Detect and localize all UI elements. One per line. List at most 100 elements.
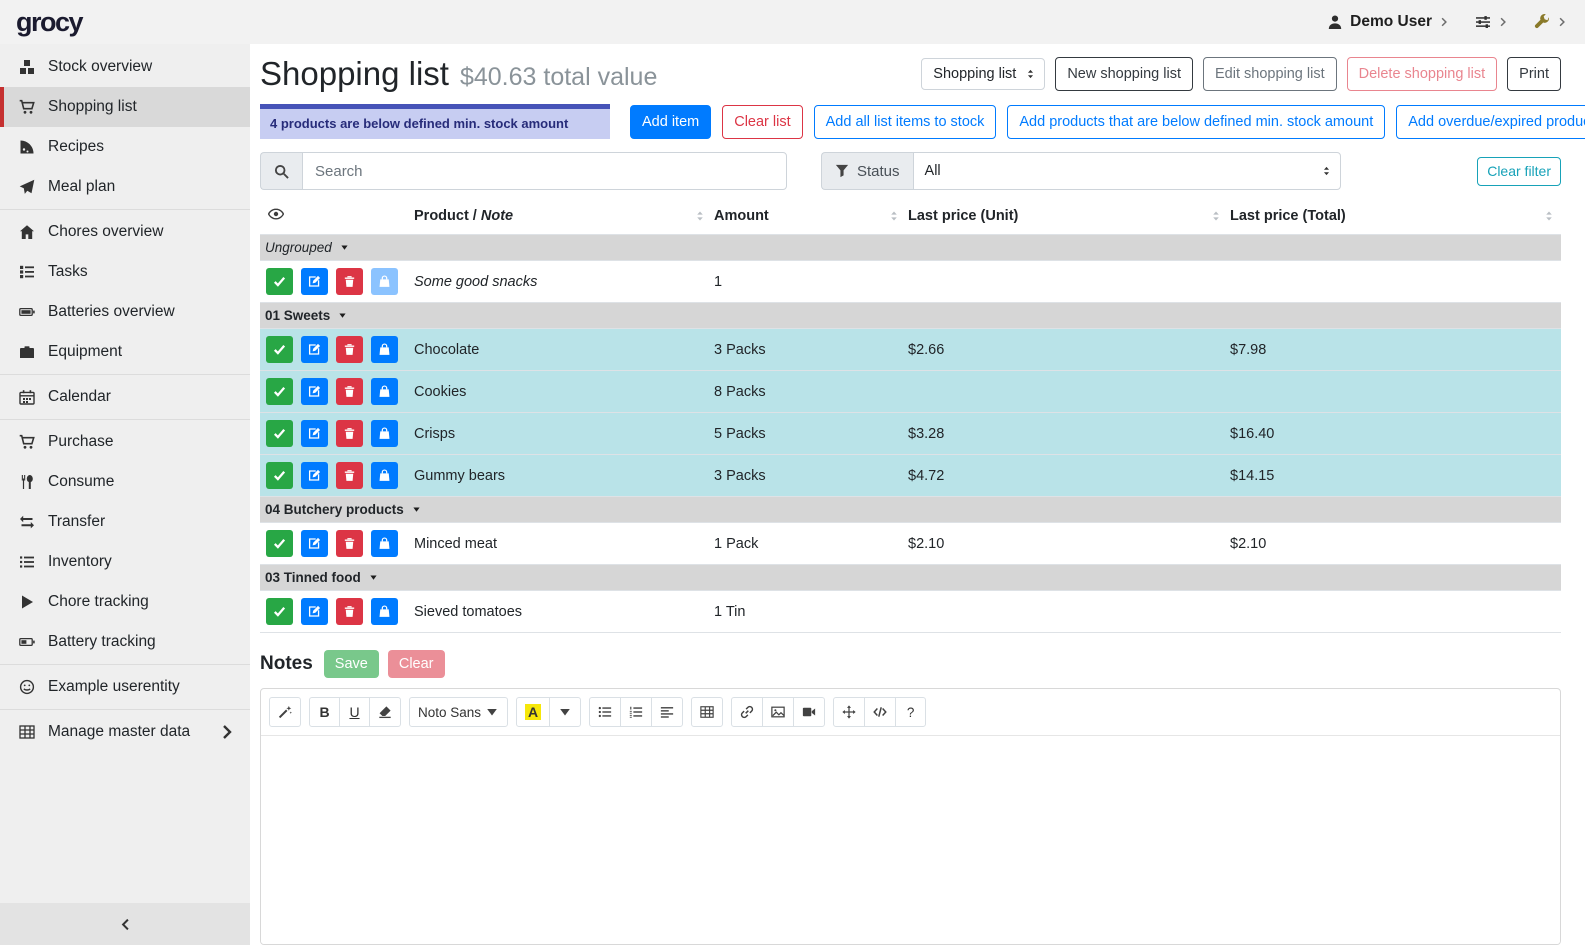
add-to-stock-button[interactable] <box>371 420 398 447</box>
product-group-row[interactable]: 04 Butchery products <box>260 497 1561 523</box>
shopping-list-select[interactable]: Shopping list <box>921 58 1045 90</box>
edit-item-button[interactable] <box>301 530 328 557</box>
app-logo[interactable]: grocy <box>16 7 82 38</box>
edit-shopping-list-button[interactable]: Edit shopping list <box>1203 57 1337 91</box>
text-color-button[interactable]: A <box>516 697 550 727</box>
delete-item-button[interactable] <box>336 462 363 489</box>
delete-item-button[interactable] <box>336 336 363 363</box>
sidebar-item-tasks[interactable]: Tasks <box>0 252 250 292</box>
delete-item-button[interactable] <box>336 530 363 557</box>
product-name: Chocolate <box>412 329 712 371</box>
status-filter-select[interactable]: All <box>913 152 1341 190</box>
sidebar-item-transfer[interactable]: Transfer <box>0 502 250 542</box>
insert-table-button[interactable] <box>691 697 723 727</box>
add-to-stock-button[interactable] <box>371 268 398 295</box>
sidebar-item-equipment[interactable]: Equipment <box>0 332 250 372</box>
sidebar-item-recipes[interactable]: Recipes <box>0 127 250 167</box>
clear-notes-button[interactable]: Clear <box>388 650 445 678</box>
new-shopping-list-button[interactable]: New shopping list <box>1055 57 1193 91</box>
style-button[interactable] <box>269 697 301 727</box>
search-input[interactable] <box>302 152 787 190</box>
add-to-stock-button[interactable] <box>371 378 398 405</box>
sidebar-item-consume[interactable]: Consume <box>0 462 250 502</box>
code-view-button[interactable] <box>864 697 896 727</box>
add-all-to-stock-button[interactable]: Add all list items to stock <box>814 105 997 139</box>
sidebar-collapse-button[interactable] <box>0 903 250 945</box>
mark-done-button[interactable] <box>266 420 293 447</box>
edit-item-button[interactable] <box>301 420 328 447</box>
save-notes-button[interactable]: Save <box>324 650 379 678</box>
add-overdue-button[interactable]: Add overdue/expired products <box>1396 105 1585 139</box>
add-to-stock-button[interactable] <box>371 462 398 489</box>
done-column-header[interactable] <box>260 202 412 235</box>
delete-item-button[interactable] <box>336 268 363 295</box>
shopping-list-table-body: UngroupedSome good snacks101 SweetsChoco… <box>260 235 1561 633</box>
edit-item-button[interactable] <box>301 268 328 295</box>
delete-item-button[interactable] <box>336 598 363 625</box>
last-price-unit-column-header[interactable]: Last price (Unit) <box>906 202 1228 235</box>
sidebar-item-label: Purchase <box>48 433 113 451</box>
min-stock-alert[interactable]: 4 products are below defined min. stock … <box>260 104 610 139</box>
ordered-list-button[interactable] <box>620 697 652 727</box>
text-color-menu-button[interactable] <box>549 697 581 727</box>
mark-done-button[interactable] <box>266 268 293 295</box>
mark-done-button[interactable] <box>266 336 293 363</box>
sidebar-item-purchase[interactable]: Purchase <box>0 422 250 462</box>
product-group-row[interactable]: 03 Tinned food <box>260 565 1561 591</box>
add-to-stock-button[interactable] <box>371 598 398 625</box>
product-column-header[interactable]: Product / Note <box>412 202 712 235</box>
edit-item-button[interactable] <box>301 336 328 363</box>
sidebar-item-chores-overview[interactable]: Chores overview <box>0 212 250 252</box>
last-price-total-column-header[interactable]: Last price (Total) <box>1228 202 1561 235</box>
delete-shopping-list-button[interactable]: Delete shopping list <box>1347 57 1498 91</box>
unordered-list-button[interactable] <box>589 697 621 727</box>
add-item-button[interactable]: Add item <box>630 105 711 139</box>
edit-item-button[interactable] <box>301 598 328 625</box>
bold-button[interactable]: B <box>309 697 340 727</box>
add-below-min-stock-button[interactable]: Add products that are below defined min.… <box>1007 105 1385 139</box>
edit-item-button[interactable] <box>301 378 328 405</box>
amount-column-header[interactable]: Amount <box>712 202 906 235</box>
mark-done-button[interactable] <box>266 462 293 489</box>
add-to-stock-button[interactable] <box>371 530 398 557</box>
delete-item-button[interactable] <box>336 420 363 447</box>
settings-menu[interactable] <box>1475 14 1508 30</box>
sidebar-item-example-userentity[interactable]: Example userentity <box>0 667 250 707</box>
sidebar-item-chore-tracking[interactable]: Chore tracking <box>0 582 250 622</box>
insert-link-button[interactable] <box>731 697 763 727</box>
sidebar-item-shopping-list[interactable]: Shopping list <box>0 87 250 127</box>
clear-list-button[interactable]: Clear list <box>722 105 802 139</box>
remove-format-button[interactable] <box>369 697 401 727</box>
last-price-total-cell: $16.40 <box>1228 413 1561 455</box>
paragraph-button[interactable] <box>651 697 683 727</box>
underline-button[interactable]: U <box>339 697 370 727</box>
edit-item-button[interactable] <box>301 462 328 489</box>
status-filter-prepend: Status <box>821 152 913 190</box>
notes-editor-area[interactable] <box>261 736 1560 944</box>
mark-done-button[interactable] <box>266 530 293 557</box>
add-to-stock-button[interactable] <box>371 336 398 363</box>
help-button[interactable]: ? <box>895 697 926 727</box>
print-button[interactable]: Print <box>1507 57 1561 91</box>
user-menu[interactable]: Demo User <box>1327 13 1449 31</box>
insert-video-button[interactable] <box>793 697 825 727</box>
sidebar-item-stock-overview[interactable]: Stock overview <box>0 47 250 87</box>
sidebar-item-calendar[interactable]: Calendar <box>0 377 250 417</box>
product-group-row[interactable]: Ungrouped <box>260 235 1561 261</box>
delete-item-button[interactable] <box>336 378 363 405</box>
product-group-row[interactable]: 01 Sweets <box>260 303 1561 329</box>
sidebar-item-manage-master-data[interactable]: Manage master data <box>0 712 250 752</box>
fullscreen-button[interactable] <box>833 697 865 727</box>
sidebar-item-battery-tracking[interactable]: Battery tracking <box>0 622 250 662</box>
sidebar-item-inventory[interactable]: Inventory <box>0 542 250 582</box>
last-price-total-cell <box>1228 261 1561 303</box>
admin-tools-menu[interactable] <box>1534 14 1567 30</box>
clear-filter-button[interactable]: Clear filter <box>1477 157 1561 187</box>
insert-picture-button[interactable] <box>762 697 794 727</box>
mark-done-button[interactable] <box>266 378 293 405</box>
mark-done-button[interactable] <box>266 598 293 625</box>
product-group-name: Ungrouped <box>265 240 332 255</box>
sidebar-item-batteries-overview[interactable]: Batteries overview <box>0 292 250 332</box>
sidebar-item-meal-plan[interactable]: Meal plan <box>0 167 250 207</box>
font-family-button[interactable]: Noto Sans <box>409 697 508 727</box>
